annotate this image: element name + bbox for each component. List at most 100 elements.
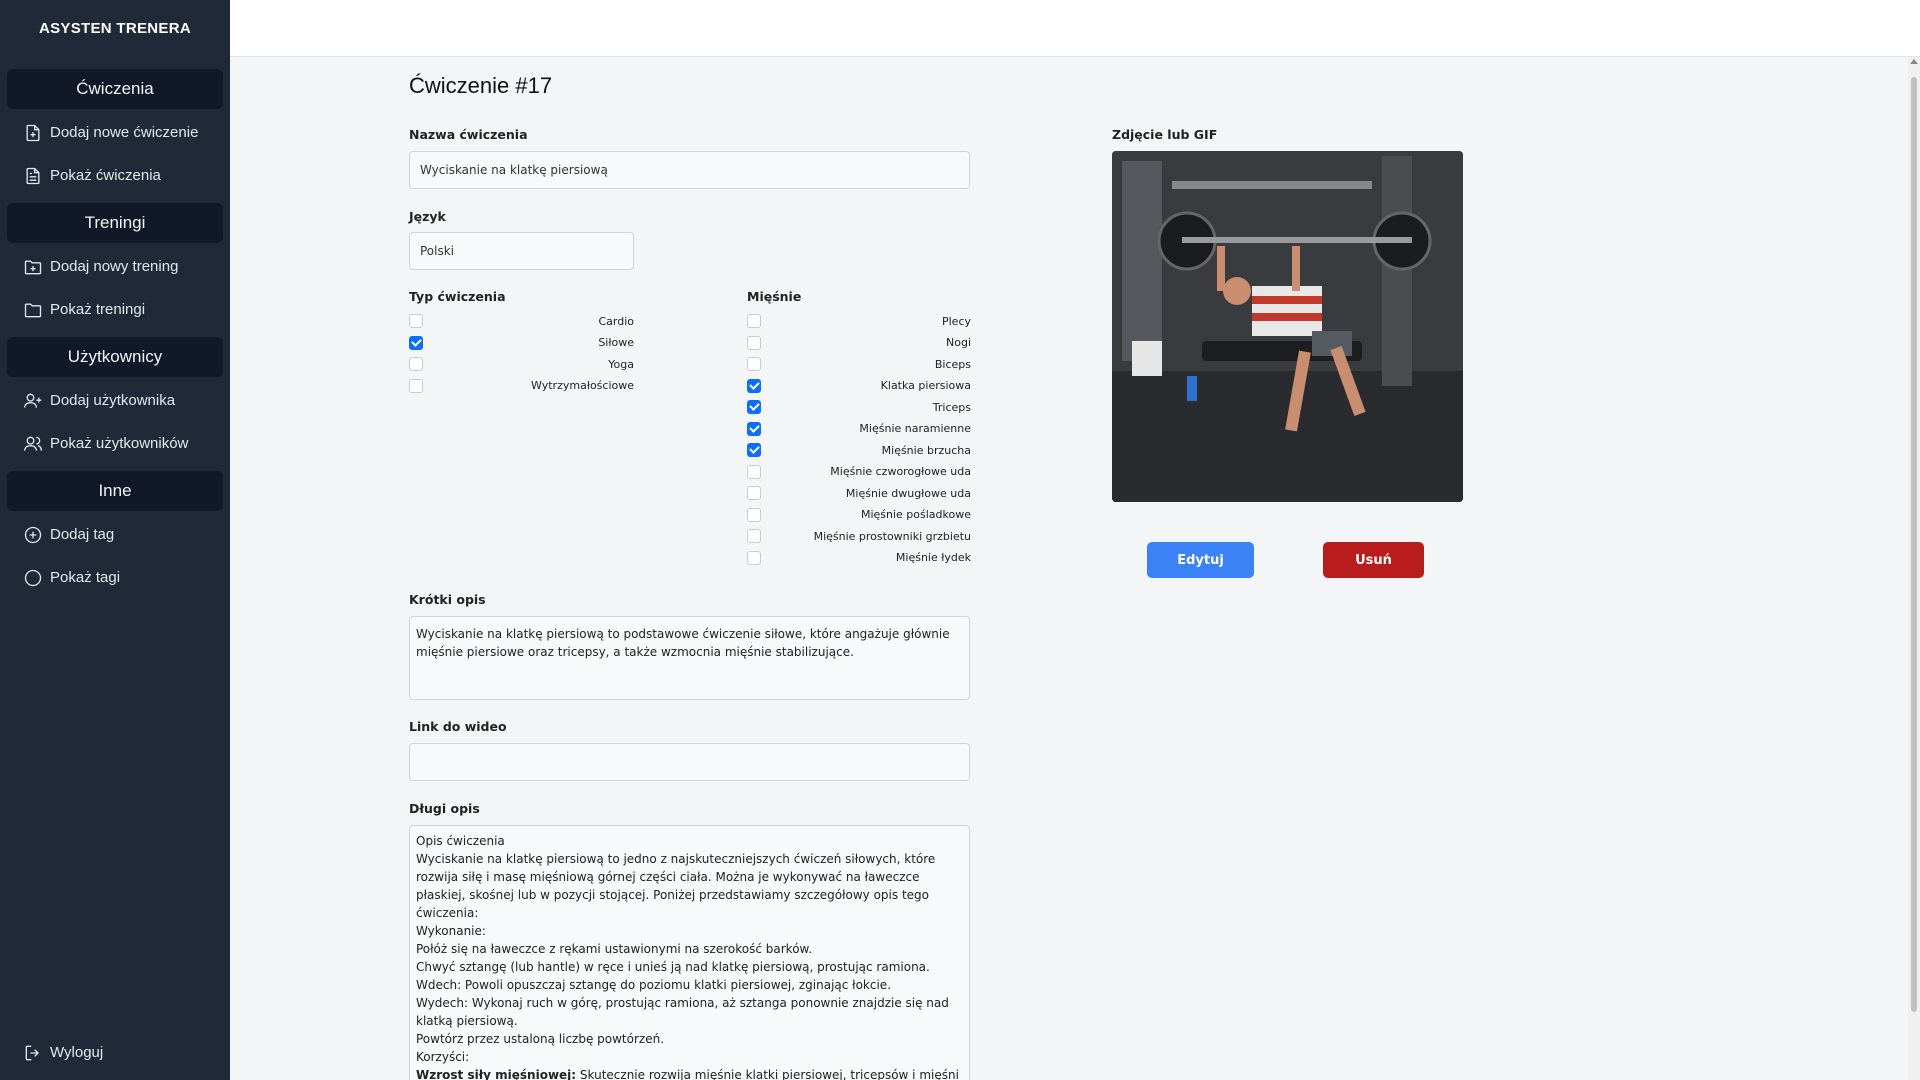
logout-button[interactable]: Wyloguj [0, 1031, 230, 1074]
page-title: Ćwiczenie #17 [409, 73, 553, 98]
nav-show-exercises[interactable]: Pokaż ćwiczenia [0, 154, 230, 197]
checkbox[interactable] [747, 378, 761, 393]
short-desc-textarea[interactable]: Wyciskanie na klatkę piersiową to podsta… [409, 616, 970, 700]
lang-label: Język [409, 209, 446, 224]
nav-add-user[interactable]: Dodaj użytkownika [0, 379, 230, 422]
checkbox-row[interactable]: Mięśnie brzucha [747, 442, 971, 458]
plus-circle-icon [22, 524, 44, 546]
checkbox[interactable] [747, 464, 761, 479]
checkbox[interactable] [747, 529, 761, 543]
checkbox-row[interactable]: Plecy [747, 313, 971, 329]
checkbox[interactable] [409, 378, 423, 393]
gym-bench-press-image [1112, 151, 1463, 502]
main-content: Ćwiczenie #17 Nazwa ćwiczenia Wyciskanie… [230, 57, 1908, 1080]
section-header-exercises: Ćwiczenia [7, 69, 223, 109]
checkbox-row[interactable]: Siłowe [409, 335, 634, 351]
type-label: Typ ćwiczenia [409, 289, 506, 304]
nav-label: Dodaj nowy trening [50, 258, 179, 275]
checkbox-row[interactable]: Mięśnie czworogłowe uda [747, 464, 971, 480]
nav-label: Dodaj nowe ćwiczenie [50, 124, 199, 141]
checkbox[interactable] [409, 357, 423, 371]
section-header-trainings: Treningi [7, 203, 223, 243]
checkbox[interactable] [409, 314, 423, 328]
scrollbar-thumb[interactable] [1911, 77, 1917, 1012]
short-desc-label: Krótki opis [409, 592, 486, 607]
photo-label: Zdjęcie lub GIF [1112, 127, 1218, 142]
checkbox[interactable] [747, 550, 761, 565]
checkbox[interactable] [747, 357, 761, 371]
nav-add-tag[interactable]: Dodaj tag [0, 513, 230, 556]
checkbox[interactable] [747, 486, 761, 500]
long-desc-line: Chwyć sztangę (lub hantle) w ręce i unie… [416, 960, 930, 974]
long-desc-bold: Wzrost siły mięśniowej: [416, 1068, 577, 1080]
checkbox-row[interactable]: Mięśnie łydek [747, 550, 971, 566]
checkbox-row[interactable]: Nogi [747, 335, 971, 351]
checkbox-row[interactable]: Mięśnie dwugłowe uda [747, 485, 971, 501]
checkbox[interactable] [747, 443, 761, 457]
checkbox-row[interactable]: Mięśnie pośladkowe [747, 507, 971, 523]
checkbox-row[interactable]: Triceps [747, 399, 971, 415]
nav-add-exercise[interactable]: Dodaj nowe ćwiczenie [0, 111, 230, 154]
file-plus-icon [22, 122, 44, 144]
user-plus-icon [22, 390, 44, 412]
checkbox[interactable] [747, 421, 761, 436]
file-text-icon [22, 165, 44, 187]
checkbox-label: Wytrzymałościowe [531, 379, 634, 392]
page-scrollbar[interactable] [1908, 57, 1920, 1080]
checkbox-label: Mięśnie brzucha [881, 443, 971, 457]
nav-show-tags[interactable]: Pokaż tagi [0, 556, 230, 599]
delete-button[interactable]: Usuń [1323, 542, 1424, 578]
checkbox[interactable] [747, 400, 761, 414]
sidebar: ASYSTEN TRENERA Ćwiczenia Dodaj nowe ćwi… [0, 0, 230, 1080]
checkbox-label: Cardio [598, 314, 634, 328]
checkbox-row[interactable]: Biceps [747, 356, 971, 372]
checkbox-row[interactable]: Mięśnie naramienne [747, 421, 971, 437]
name-input[interactable]: Wyciskanie na klatkę piersiową [409, 151, 970, 189]
checkbox[interactable] [747, 507, 761, 522]
scroll-up-arrow-icon[interactable] [1910, 59, 1918, 64]
checkbox-label: Plecy [941, 314, 971, 328]
long-desc-label: Długi opis [409, 801, 480, 816]
checkbox-label: Mięśnie prostowniki grzbietu [813, 529, 971, 543]
logout-label: Wyloguj [50, 1044, 104, 1061]
checkbox-row[interactable]: Klatka piersiowa [747, 378, 971, 394]
folder-icon [22, 299, 44, 321]
long-desc-line: Opis ćwiczenia [416, 834, 505, 848]
muscles-label: Mięśnie [747, 289, 802, 304]
checkbox[interactable] [747, 335, 761, 350]
logout-icon [22, 1042, 44, 1064]
video-input[interactable] [409, 743, 970, 781]
long-desc-line: Wykonanie: [416, 924, 486, 938]
nav-add-training[interactable]: Dodaj nowy trening [0, 245, 230, 288]
long-desc-line: Wzrost siły mięśniowej: Skutecznie rozwi… [416, 1066, 963, 1080]
checkbox-label: Siłowe [598, 336, 634, 349]
checkbox-row[interactable]: Wytrzymałościowe [409, 378, 634, 394]
checkbox-row[interactable]: Yoga [409, 356, 634, 372]
section-header-other: Inne [7, 471, 223, 511]
video-label: Link do wideo [409, 719, 507, 734]
checkbox[interactable] [409, 335, 423, 350]
circle-icon [22, 567, 44, 589]
checkbox-label: Mięśnie czworogłowe uda [830, 465, 971, 478]
nav-label: Dodaj tag [50, 526, 115, 543]
lang-select[interactable]: Polski [409, 232, 634, 270]
long-desc-textarea[interactable]: Opis ćwiczenia Wyciskanie na klatkę piers… [409, 825, 970, 1080]
checkbox[interactable] [747, 314, 761, 328]
exercise-photo [1112, 151, 1463, 502]
long-desc-line: Korzyści: [416, 1050, 470, 1064]
nav-label: Dodaj użytkownika [50, 392, 176, 409]
nav-label: Pokaż ćwiczenia [50, 167, 161, 184]
short-desc-text: Wyciskanie na klatkę piersiową to podsta… [416, 627, 954, 659]
nav-show-users[interactable]: Pokaż użytkowników [0, 422, 230, 465]
checkbox-label: Mięśnie dwugłowe uda [845, 486, 971, 500]
folder-plus-icon [22, 256, 44, 278]
long-desc-line: Połóż się na ławeczce z rękami ustawiony… [416, 942, 813, 956]
checkbox-row[interactable]: Mięśnie prostowniki grzbietu [747, 528, 971, 544]
checkbox-label: Klatka piersiowa [880, 379, 971, 392]
nav-show-trainings[interactable]: Pokaż treningi [0, 288, 230, 331]
long-desc-line: Powtórz przez ustaloną liczbę powtórzeń. [416, 1032, 665, 1046]
checkbox-label: Mięśnie naramienne [859, 422, 971, 435]
edit-button[interactable]: Edytuj [1147, 542, 1254, 578]
checkbox-row[interactable]: Cardio [409, 313, 634, 329]
users-icon [22, 433, 44, 455]
